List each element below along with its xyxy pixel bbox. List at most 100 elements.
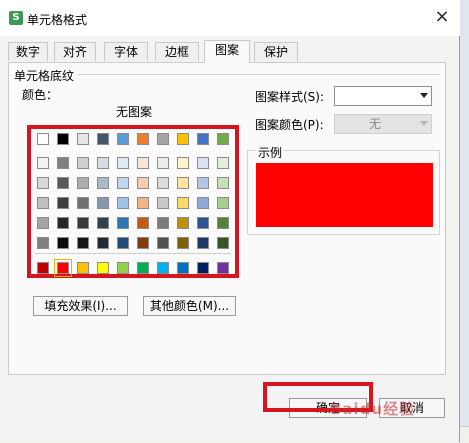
standard-color-swatch[interactable]: [177, 262, 189, 274]
color-swatch[interactable]: [217, 237, 229, 249]
preview-label: 示例: [256, 144, 285, 161]
color-swatch[interactable]: [37, 177, 49, 189]
color-swatch[interactable]: [177, 217, 189, 229]
color-swatch[interactable]: [97, 157, 109, 169]
color-swatch[interactable]: [217, 157, 229, 169]
color-swatch[interactable]: [197, 217, 209, 229]
color-swatch[interactable]: [157, 237, 169, 249]
standard-color-swatch[interactable]: [217, 262, 229, 274]
color-swatch[interactable]: [77, 217, 89, 229]
color-swatch[interactable]: [57, 157, 69, 169]
pattern-color-label: 图案颜色(P):: [255, 118, 324, 132]
standard-color-swatch[interactable]: [137, 262, 149, 274]
group-divider: [78, 74, 440, 75]
wps-app-icon: S: [9, 11, 23, 25]
color-swatch[interactable]: [97, 197, 109, 209]
color-swatch[interactable]: [117, 157, 129, 169]
color-swatch[interactable]: [97, 177, 109, 189]
title-bar: S 单元格格式 ×: [0, 0, 460, 36]
color-swatch[interactable]: [77, 157, 89, 169]
tab-border[interactable]: 边框: [155, 42, 199, 61]
spreadsheet-background: [460, 0, 469, 442]
standard-color-swatch[interactable]: [37, 262, 49, 274]
color-swatch[interactable]: [97, 217, 109, 229]
color-swatch[interactable]: [197, 157, 209, 169]
color-swatch[interactable]: [217, 197, 229, 209]
format-cells-dialog: S 单元格格式 × 数字 对齐 字体 边框 图案 保护 单元格底纹 颜色： 无图…: [0, 0, 460, 442]
color-swatch[interactable]: [177, 177, 189, 189]
color-swatch[interactable]: [157, 217, 169, 229]
no-pattern-option[interactable]: 无图案: [116, 103, 152, 120]
dropdown-arrow-icon: [420, 93, 428, 98]
color-swatch[interactable]: [57, 217, 69, 229]
more-colors-button[interactable]: 其他颜色(M)...: [143, 296, 236, 316]
standard-color-swatch[interactable]: [97, 262, 109, 274]
color-swatch[interactable]: [77, 197, 89, 209]
color-swatch[interactable]: [137, 157, 149, 169]
color-swatch[interactable]: [57, 133, 69, 145]
palette-separator: [35, 253, 231, 254]
color-swatch[interactable]: [37, 133, 49, 145]
color-swatch[interactable]: [37, 197, 49, 209]
color-swatch[interactable]: [137, 133, 149, 145]
pattern-style-label: 图案样式(S):: [255, 90, 325, 104]
pattern-color-select[interactable]: 无: [334, 114, 432, 134]
color-swatch[interactable]: [77, 177, 89, 189]
color-swatch[interactable]: [177, 133, 189, 145]
color-swatch[interactable]: [137, 217, 149, 229]
color-swatch[interactable]: [57, 237, 69, 249]
tab-font[interactable]: 字体: [104, 42, 148, 61]
standard-color-swatch[interactable]: [77, 262, 89, 274]
color-swatch[interactable]: [157, 157, 169, 169]
color-swatch[interactable]: [117, 133, 129, 145]
color-label: 颜色：: [22, 88, 59, 102]
color-swatch[interactable]: [197, 133, 209, 145]
standard-color-swatch[interactable]: [197, 262, 209, 274]
color-swatch[interactable]: [117, 197, 129, 209]
color-swatch[interactable]: [37, 237, 49, 249]
preview-swatch: [256, 163, 433, 227]
dialog-title: 单元格格式: [27, 13, 88, 27]
color-swatch[interactable]: [37, 217, 49, 229]
close-icon[interactable]: ×: [433, 8, 451, 26]
color-swatch[interactable]: [157, 197, 169, 209]
color-swatch[interactable]: [57, 177, 69, 189]
color-swatch[interactable]: [77, 237, 89, 249]
color-swatch[interactable]: [97, 237, 109, 249]
color-swatch[interactable]: [117, 177, 129, 189]
fill-effects-button[interactable]: 填充效果(I)...: [33, 296, 128, 316]
color-swatch[interactable]: [217, 217, 229, 229]
color-swatch[interactable]: [137, 237, 149, 249]
tab-number[interactable]: 数字: [8, 42, 48, 61]
color-swatch[interactable]: [197, 197, 209, 209]
color-swatch[interactable]: [177, 157, 189, 169]
color-swatch[interactable]: [217, 177, 229, 189]
color-swatch[interactable]: [137, 197, 149, 209]
pattern-color-value: 无: [368, 117, 381, 131]
color-swatch[interactable]: [37, 157, 49, 169]
standard-color-swatch[interactable]: [117, 262, 129, 274]
color-swatch[interactable]: [197, 177, 209, 189]
color-swatch[interactable]: [177, 237, 189, 249]
color-swatch[interactable]: [77, 133, 89, 145]
tab-protection[interactable]: 保护: [254, 42, 298, 61]
watermark-text: Baidu经验: [330, 400, 416, 418]
color-palette: [27, 125, 239, 278]
color-swatch[interactable]: [177, 197, 189, 209]
tab-alignment[interactable]: 对齐: [54, 42, 96, 61]
cell-shading-group-label: 单元格底纹: [14, 69, 75, 83]
pattern-style-select[interactable]: [334, 86, 432, 106]
color-swatch[interactable]: [57, 197, 69, 209]
standard-color-swatch[interactable]: [157, 262, 169, 274]
color-swatch[interactable]: [137, 177, 149, 189]
color-swatch[interactable]: [97, 133, 109, 145]
color-swatch[interactable]: [117, 237, 129, 249]
tab-patterns[interactable]: 图案: [204, 40, 250, 63]
dropdown-arrow-icon: [420, 121, 428, 126]
color-swatch[interactable]: [197, 237, 209, 249]
color-swatch[interactable]: [157, 133, 169, 145]
standard-color-swatch[interactable]: [54, 259, 72, 277]
color-swatch[interactable]: [157, 177, 169, 189]
color-swatch[interactable]: [117, 217, 129, 229]
color-swatch[interactable]: [217, 133, 229, 145]
